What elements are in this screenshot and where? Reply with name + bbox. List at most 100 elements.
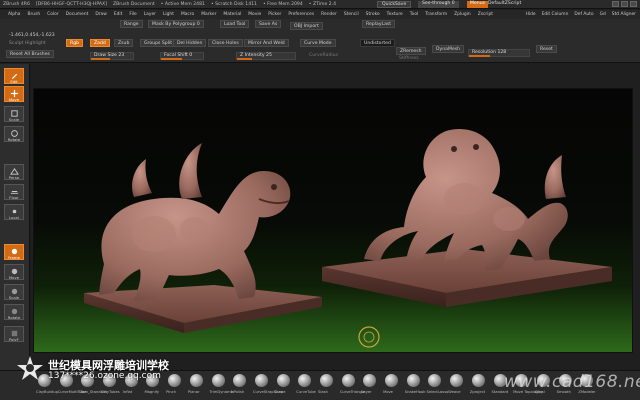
menu-item-file[interactable]: File: [129, 12, 136, 17]
menu-item-brush[interactable]: Brush: [27, 12, 40, 17]
menu-item-layer[interactable]: Layer: [144, 12, 156, 17]
maximize-icon[interactable]: [621, 1, 628, 7]
menu-item-material[interactable]: Material: [223, 12, 241, 17]
free-mem: • Free Mem 2094: [262, 1, 303, 7]
dynamesh-button[interactable]: DynaMesh: [432, 45, 465, 53]
brush-hpolish[interactable]: [233, 374, 247, 387]
load-tool-button[interactable]: Load Tool: [220, 20, 250, 28]
menu-item-picker[interactable]: Picker: [268, 12, 281, 17]
menu-right-edit-column[interactable]: Edit Column: [542, 12, 569, 17]
rgb-toggle[interactable]: Rgb: [66, 39, 84, 47]
frame-button[interactable]: Frame: [4, 244, 24, 260]
rotate-mode-button[interactable]: Rotate: [4, 126, 24, 142]
watermark-logo: [17, 356, 43, 380]
reset-all-brushes-button[interactable]: Reset All Brushes: [6, 50, 54, 58]
reset-button[interactable]: Reset: [536, 45, 557, 53]
viewport-canvas[interactable]: [33, 88, 633, 353]
menu-item-color[interactable]: Color: [47, 12, 58, 17]
floor-button[interactable]: Floor: [4, 184, 24, 200]
quicksave-button[interactable]: QuickSave: [377, 1, 412, 8]
undistorted-button[interactable]: Undistorted: [360, 39, 395, 47]
edit-mode-button[interactable]: Edit: [4, 68, 24, 84]
persp-icon: [10, 167, 19, 175]
menu-item-document[interactable]: Document: [66, 12, 89, 17]
z-intensity-slider[interactable]: Z Intensity 25: [236, 52, 296, 60]
close-icon[interactable]: [630, 1, 637, 7]
menu-item-marker[interactable]: Marker: [201, 12, 216, 17]
left-pedestal: [84, 285, 322, 333]
brush-zproject[interactable]: [471, 374, 485, 387]
draw-size-slider[interactable]: Draw Size 23: [90, 52, 134, 60]
scale-view-button[interactable]: Scale: [4, 284, 24, 300]
focal-shift-slider[interactable]: Focal Shift 0: [160, 52, 204, 60]
save-as-button[interactable]: Save As: [255, 20, 282, 28]
scale-icon: [11, 110, 18, 117]
move-view-button[interactable]: Move: [4, 264, 24, 280]
move-view-icon: [11, 268, 18, 275]
range-button[interactable]: Range: [120, 20, 143, 28]
see-through-slider[interactable]: See-through 0: [418, 1, 459, 8]
menu-item-transform[interactable]: Transform: [425, 12, 447, 17]
groups-split-button[interactable]: Groups Split: [140, 39, 177, 47]
zadd-toggle[interactable]: Zadd: [90, 39, 110, 47]
menu-item-edit[interactable]: Edit: [114, 12, 123, 17]
draw-mode-button[interactable]: Move: [4, 86, 24, 102]
curve-mode-button[interactable]: Curve Mode: [300, 39, 336, 47]
brush-planar[interactable]: [189, 374, 203, 387]
menu-item-movie[interactable]: Movie: [248, 12, 261, 17]
persp-button[interactable]: Persp: [4, 164, 24, 180]
brush-trimdynamic[interactable]: [211, 374, 225, 387]
menu-item-texture[interactable]: Texture: [387, 12, 403, 17]
brush-slash[interactable]: [320, 374, 333, 387]
brush-label: Curve: [274, 390, 286, 394]
left-pixiu-sculpture: [99, 143, 291, 301]
brush-label: Move: [383, 390, 393, 394]
brush-curvestrapsnap[interactable]: [254, 374, 268, 387]
menu-item-stroke[interactable]: Stroke: [366, 12, 380, 17]
menu-item-alpha[interactable]: Alpha: [8, 12, 20, 17]
replaylast-button[interactable]: ReplayLast: [362, 20, 396, 28]
local-button[interactable]: Local: [4, 204, 24, 220]
brush-move[interactable]: [385, 374, 399, 387]
rotate-view-button[interactable]: Rotate: [4, 304, 24, 320]
menu-item-render[interactable]: Render: [321, 12, 337, 17]
menu-item-draw[interactable]: Draw: [95, 12, 106, 17]
resolution-slider[interactable]: Resolution 128: [468, 49, 530, 57]
menu-right-gd[interactable]: Gd: [600, 12, 606, 17]
brush-label: SelectLasso: [426, 390, 449, 394]
mirror-and-weld-button[interactable]: Mirror And Weld: [244, 39, 289, 47]
curve-radius-slider[interactable]: CurveRadius: [306, 52, 341, 60]
brush-weave[interactable]: [450, 374, 464, 387]
menu-item-stencil[interactable]: Stencil: [344, 12, 359, 17]
active-mem: • Active Mem 2481: [160, 1, 205, 7]
polyf-button[interactable]: PolyF: [4, 326, 24, 342]
menu-item-tool[interactable]: Tool: [410, 12, 419, 17]
menu-right-hide[interactable]: Hide: [526, 12, 536, 17]
del-hidden-button[interactable]: Del Hidden: [173, 39, 207, 47]
brush-curvetriangle[interactable]: [341, 374, 355, 387]
close-holes-button[interactable]: Close Holes: [208, 39, 243, 47]
obj-import-button[interactable]: OBJ Import: [290, 22, 323, 30]
window-controls: [612, 1, 637, 7]
menu-item-light[interactable]: Light: [163, 12, 174, 17]
brush-selectlasso[interactable]: [428, 374, 442, 387]
menu-right-std-aligner[interactable]: Std Aligner: [612, 12, 636, 17]
brush-curve[interactable]: [276, 374, 290, 387]
scale-mode-button[interactable]: Scale: [4, 106, 24, 122]
menu-item-macro[interactable]: Macro: [181, 12, 194, 17]
brush-curvetube[interactable]: [298, 374, 312, 387]
brush-snakehook[interactable]: [406, 374, 420, 387]
menu-bar: Alpha Brush Color Document Draw Edit File Layer…: [0, 10, 640, 19]
zremesh-button[interactable]: ZRemesh: [396, 47, 426, 55]
default-zscript-button[interactable]: DefaultZScript: [485, 1, 524, 8]
polyf-icon: [11, 330, 18, 337]
brush-layer[interactable]: [363, 374, 377, 387]
menu-item-zscript[interactable]: Zscript: [478, 12, 493, 17]
menu-item-preferences[interactable]: Preferences: [288, 12, 314, 17]
mask-by-polygroup-slider[interactable]: Mask By Polygroup 0: [148, 20, 204, 28]
brush-pinch[interactable]: [168, 374, 182, 387]
minimize-icon[interactable]: [612, 1, 619, 7]
menu-right-def-auto[interactable]: Def Auto: [574, 12, 593, 17]
zsub-toggle[interactable]: Zsub: [114, 39, 134, 47]
menu-item-zplugin[interactable]: Zplugin: [454, 12, 471, 17]
